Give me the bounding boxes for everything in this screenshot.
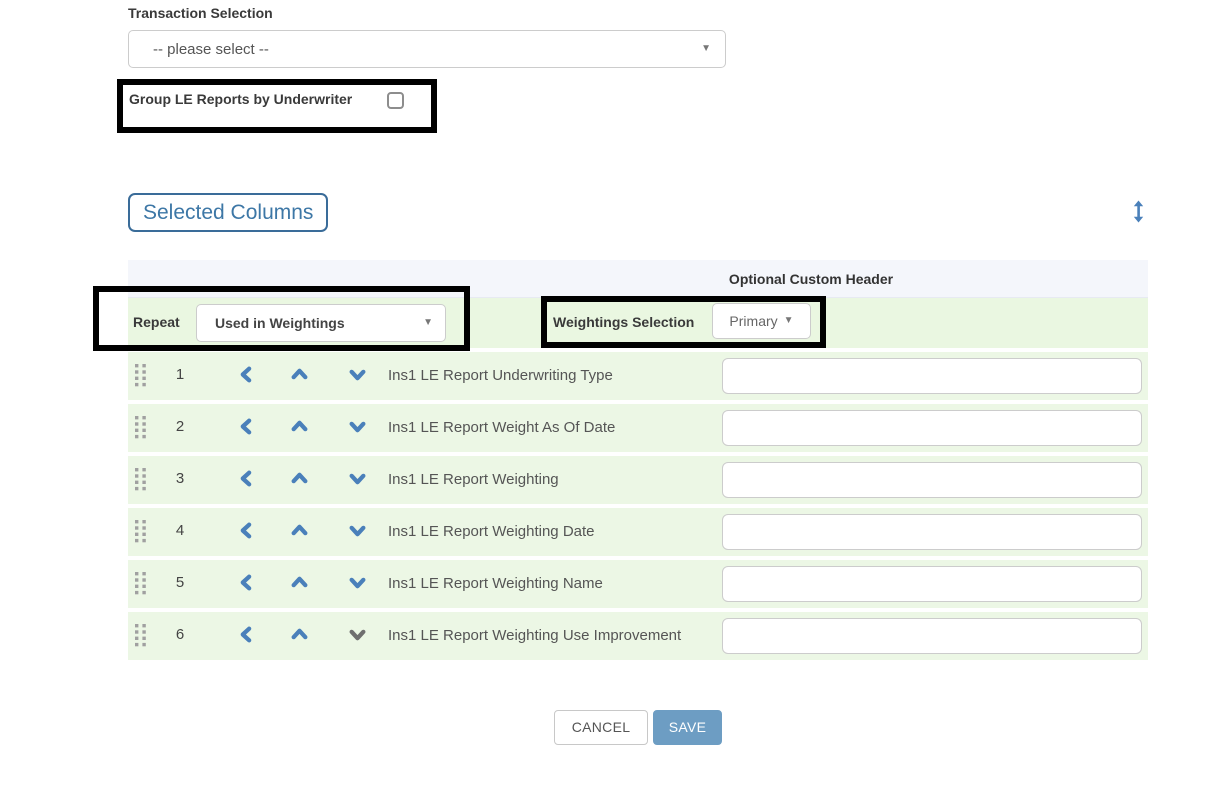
custom-header-input[interactable] (722, 566, 1142, 602)
column-name-label: Ins1 LE Report Weighting Use Improvement (388, 627, 681, 644)
repeat-select[interactable]: Used in Weightings ▼ (196, 304, 446, 342)
move-up-icon[interactable] (291, 522, 308, 539)
column-name-label: Ins1 LE Report Weight As Of Date (388, 419, 615, 436)
move-up-icon[interactable] (291, 574, 308, 591)
repeat-label: Repeat (133, 314, 180, 330)
move-left-icon[interactable] (238, 626, 255, 643)
row-order-number: 2 (166, 418, 194, 435)
column-name-label: Ins1 LE Report Weighting Date (388, 523, 595, 540)
move-down-icon[interactable] (349, 418, 366, 435)
cancel-button[interactable]: CANCEL (554, 710, 648, 745)
weightings-selection-select[interactable]: Primary ▼ (712, 303, 811, 339)
drag-handle-icon[interactable] (135, 416, 147, 444)
weightings-selection-label: Weightings Selection (553, 314, 694, 330)
column-name-label: Ins1 LE Report Weighting Name (388, 575, 603, 592)
resize-vertical-icon[interactable] (1131, 200, 1146, 228)
row-order-number: 3 (166, 470, 194, 487)
move-left-icon[interactable] (238, 470, 255, 487)
table-row: 6 Ins1 LE Report Weighting Use Improveme… (128, 612, 1148, 660)
move-up-icon[interactable] (291, 366, 308, 383)
table-header-row: Optional Custom Header (128, 260, 1148, 298)
move-down-icon[interactable] (349, 626, 366, 643)
move-left-icon[interactable] (238, 366, 255, 383)
row-order-number: 6 (166, 626, 194, 643)
move-up-icon[interactable] (291, 626, 308, 643)
table-row: 5 Ins1 LE Report Weighting Name (128, 560, 1148, 608)
row-order-number: 4 (166, 522, 194, 539)
move-down-icon[interactable] (349, 470, 366, 487)
move-down-icon[interactable] (349, 366, 366, 383)
drag-handle-icon[interactable] (135, 364, 147, 392)
chevron-down-icon: ▼ (423, 318, 433, 328)
column-name-label: Ins1 LE Report Weighting (388, 471, 559, 488)
row-order-number: 5 (166, 574, 194, 591)
drag-handle-icon[interactable] (135, 520, 147, 548)
report-columns-config-page: Transaction Selection -- please select -… (0, 0, 1218, 799)
repeat-select-value: Used in Weightings (215, 315, 423, 331)
group-underwriter-label: Group LE Reports by Underwriter (129, 91, 352, 107)
drag-handle-icon[interactable] (135, 624, 147, 652)
drag-handle-icon[interactable] (135, 468, 147, 496)
custom-header-input[interactable] (722, 410, 1142, 446)
row-order-number: 1 (166, 366, 194, 383)
selected-columns-table: Optional Custom Header Repeat Used in We… (128, 260, 1148, 660)
chevron-down-icon: ▼ (784, 316, 794, 326)
move-left-icon[interactable] (238, 418, 255, 435)
transaction-selection-select[interactable]: -- please select -- ▼ (128, 30, 726, 68)
selected-columns-title: Selected Columns (128, 193, 328, 232)
column-name-label: Ins1 LE Report Underwriting Type (388, 367, 613, 384)
table-row: 3 Ins1 LE Report Weighting (128, 456, 1148, 504)
custom-header-input[interactable] (722, 514, 1142, 550)
custom-header-input[interactable] (722, 462, 1142, 498)
group-underwriter-checkbox[interactable] (387, 92, 404, 109)
move-down-icon[interactable] (349, 522, 366, 539)
move-up-icon[interactable] (291, 418, 308, 435)
move-left-icon[interactable] (238, 574, 255, 591)
optional-custom-header-label: Optional Custom Header (729, 260, 893, 298)
drag-handle-icon[interactable] (135, 572, 147, 600)
save-button[interactable]: SAVE (653, 710, 722, 745)
table-row: 1 Ins1 LE Report Underwriting Type (128, 352, 1148, 400)
weightings-selection-value: Primary (729, 313, 777, 329)
table-rows: 1 Ins1 LE Report Underwriting Type (128, 352, 1148, 660)
transaction-selection-value: -- please select -- (153, 41, 701, 58)
table-row: 2 Ins1 LE Report Weight As Of Date (128, 404, 1148, 452)
move-down-icon[interactable] (349, 574, 366, 591)
table-row: 4 Ins1 LE Report Weighting Date (128, 508, 1148, 556)
chevron-down-icon: ▼ (701, 44, 711, 54)
move-up-icon[interactable] (291, 470, 308, 487)
table-filter-row: Repeat Used in Weightings ▼ Weightings S… (128, 298, 1148, 348)
custom-header-input[interactable] (722, 618, 1142, 654)
transaction-selection-label: Transaction Selection (128, 5, 273, 21)
move-left-icon[interactable] (238, 522, 255, 539)
custom-header-input[interactable] (722, 358, 1142, 394)
